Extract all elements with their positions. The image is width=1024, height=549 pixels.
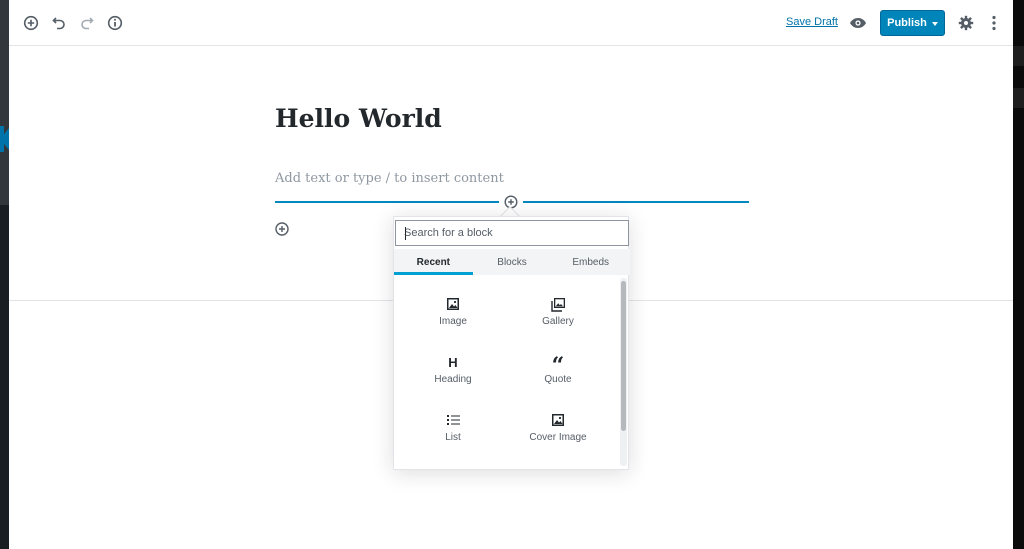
- caret-down-icon: [931, 21, 938, 26]
- block-search-input[interactable]: [404, 227, 620, 239]
- heading-icon: H: [448, 354, 458, 370]
- block-label: Heading: [434, 374, 472, 385]
- block-item-gallery[interactable]: Gallery: [506, 294, 610, 344]
- window-edge: [1013, 0, 1024, 549]
- publish-label: Publish: [887, 17, 927, 29]
- cover-image-icon: [551, 410, 565, 430]
- scrollbar-thumb[interactable]: [621, 281, 626, 431]
- block-item-cover-image[interactable]: Cover Image: [506, 410, 610, 460]
- side-inserter-plus-icon[interactable]: [274, 221, 290, 237]
- gallery-icon: [550, 294, 566, 314]
- results-scrollbar[interactable]: [620, 278, 627, 466]
- active-menu-arrow: [0, 128, 9, 150]
- inserter-tabs: Recent Blocks Embeds: [394, 249, 630, 275]
- admin-sidebar-edge: [0, 0, 9, 549]
- block-label: Gallery: [542, 316, 574, 327]
- publish-button[interactable]: Publish: [880, 10, 945, 36]
- post-title[interactable]: Hello World: [275, 104, 442, 133]
- tab-embeds[interactable]: Embeds: [551, 249, 630, 275]
- info-icon[interactable]: [103, 11, 127, 35]
- editor-toolbar: Save Draft Publish: [9, 0, 1013, 46]
- settings-gear-icon[interactable]: [954, 11, 978, 35]
- undo-icon[interactable]: [47, 11, 71, 35]
- block-item-heading[interactable]: H Heading: [401, 352, 505, 402]
- block-item-image[interactable]: Image: [401, 294, 505, 344]
- block-label: List: [445, 432, 461, 443]
- more-menu-icon[interactable]: [982, 11, 1006, 35]
- preview-eye-icon[interactable]: [846, 11, 870, 35]
- block-search-field[interactable]: [395, 220, 629, 246]
- image-icon: [446, 294, 460, 314]
- block-label: Quote: [544, 374, 572, 385]
- add-block-icon[interactable]: [19, 11, 43, 35]
- quote-icon: “: [551, 353, 565, 379]
- list-icon: [446, 410, 460, 430]
- tab-blocks[interactable]: Blocks: [473, 249, 552, 275]
- block-results: Image Gallery H Heading “ Quote List Cov…: [394, 275, 619, 469]
- save-draft-link[interactable]: Save Draft: [786, 16, 838, 28]
- block-inserter-popover: Recent Blocks Embeds Image Gallery H Hea…: [393, 216, 630, 470]
- tab-recent[interactable]: Recent: [394, 249, 473, 275]
- text-cursor: [405, 227, 406, 240]
- editor-canvas: Save Draft Publish Hello World Add text …: [9, 0, 1013, 549]
- paragraph-placeholder[interactable]: Add text or type / to insert content: [275, 171, 504, 186]
- redo-icon[interactable]: [75, 11, 99, 35]
- block-item-list[interactable]: List: [401, 410, 505, 460]
- block-item-quote[interactable]: “ Quote: [506, 352, 610, 402]
- insertion-point-line: [523, 201, 749, 203]
- block-label: Cover Image: [529, 432, 587, 443]
- insertion-point-line: [275, 201, 499, 203]
- block-label: Image: [439, 316, 467, 327]
